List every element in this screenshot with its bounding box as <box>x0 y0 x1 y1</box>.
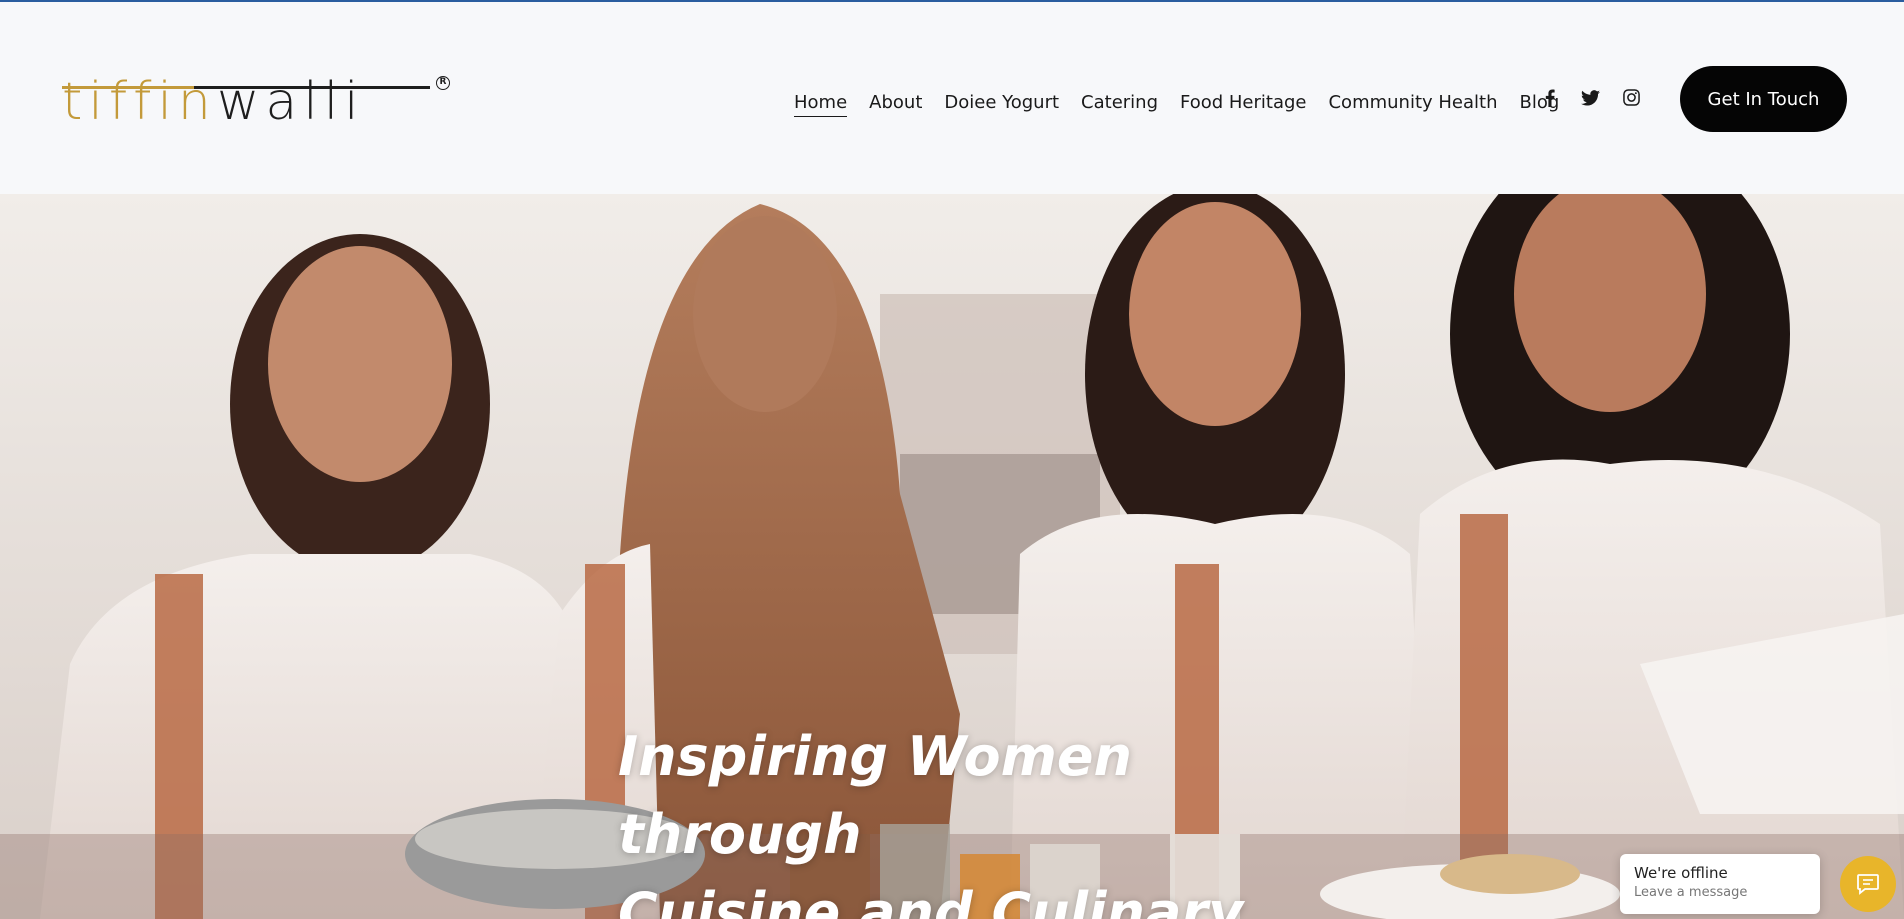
chat-status: We're offline <box>1634 864 1728 882</box>
nav-doiee-yogurt[interactable]: Doiee Yogurt <box>944 92 1059 117</box>
nav-home[interactable]: Home <box>794 92 848 117</box>
hero-section: Inspiring Women through Cuisine and Culi… <box>0 194 1904 919</box>
instagram-icon[interactable] <box>1622 88 1641 107</box>
get-in-touch-button[interactable]: Get In Touch <box>1680 66 1847 132</box>
chat-prompt: Leave a message <box>1634 885 1748 900</box>
registered-mark: R <box>436 76 450 90</box>
chat-widget-card[interactable]: We're offline Leave a message <box>1620 854 1820 914</box>
nav-catering[interactable]: Catering <box>1081 92 1158 117</box>
site-logo[interactable]: tiffinwalli R <box>62 72 450 128</box>
main-nav: Home About Doiee Yogurt Catering Food He… <box>794 92 1559 117</box>
nav-community-health[interactable]: Community Health <box>1328 92 1497 117</box>
chat-icon <box>1857 874 1879 895</box>
hero-title-line-1: Inspiring Women through <box>618 725 1132 866</box>
logo-text-dark: walli <box>216 72 365 132</box>
twitter-icon[interactable] <box>1581 88 1600 107</box>
nav-about[interactable]: About <box>869 92 922 117</box>
facebook-icon[interactable] <box>1540 88 1559 107</box>
logo-wordmark: tiffinwalli <box>62 76 365 128</box>
site-header: tiffinwalli R Home About Doiee Yogurt Ca… <box>0 2 1904 194</box>
hero-title: Inspiring Women through Cuisine and Culi… <box>618 718 1378 919</box>
social-links <box>1540 88 1641 107</box>
chat-launcher-button[interactable] <box>1840 856 1896 912</box>
hero-title-line-2: Cuisine and Culinary <box>618 881 1244 919</box>
logo-text-gold: tiffin <box>62 72 217 132</box>
nav-food-heritage[interactable]: Food Heritage <box>1180 92 1306 117</box>
logo-bar <box>62 86 430 89</box>
